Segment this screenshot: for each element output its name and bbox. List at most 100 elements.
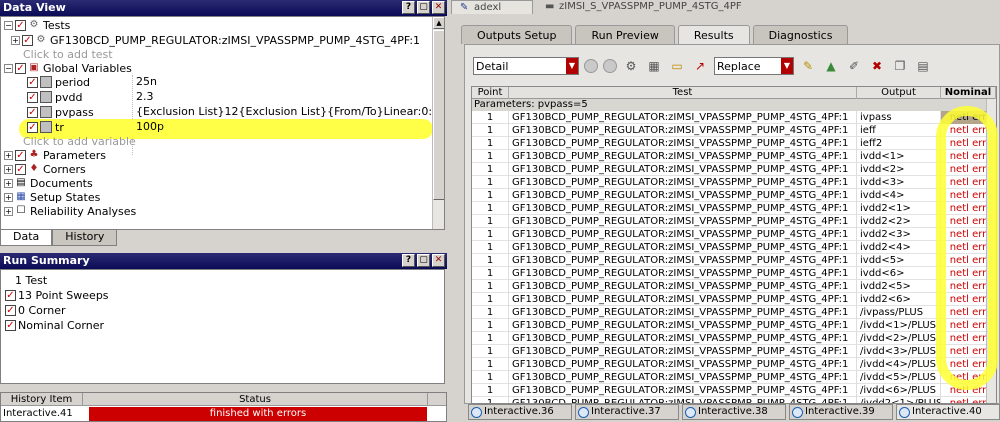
expand-icon[interactable]: + (4, 178, 13, 188)
cell-point[interactable]: 1 (472, 228, 509, 241)
cell-output[interactable]: ivdd2<3> (857, 228, 941, 241)
export-icon[interactable]: ▭ (668, 57, 686, 75)
sweeps-checkbox[interactable]: ✓ (5, 290, 16, 301)
table-row[interactable]: 1 GF130BCD_PUMP_REGULATOR:zIMSI_VPASSPMP_… (472, 150, 996, 163)
cell-test[interactable]: GF130BCD_PUMP_REGULATOR:zIMSI_VPASSPMP_P… (509, 384, 857, 397)
help-icon[interactable]: ? (402, 1, 415, 14)
cell-point[interactable]: 1 (472, 358, 509, 371)
cell-test[interactable]: GF130BCD_PUMP_REGULATOR:zIMSI_VPASSPMP_P… (509, 345, 857, 358)
mode-select[interactable]: Replace ▼ (714, 57, 794, 75)
table-row[interactable]: 1 GF130BCD_PUMP_REGULATOR:zIMSI_VPASSPMP_… (472, 215, 996, 228)
scroll-thumb[interactable] (433, 30, 444, 200)
cell-output[interactable]: ivdd<4> (857, 189, 941, 202)
annotate-icon[interactable]: ✎ (799, 57, 817, 75)
table-row[interactable]: 1 GF130BCD_PUMP_REGULATOR:zIMSI_VPASSPMP_… (472, 137, 996, 150)
cell-output[interactable]: ivpass (857, 111, 941, 124)
cell-test[interactable]: GF130BCD_PUMP_REGULATOR:zIMSI_VPASSPMP_P… (509, 215, 857, 228)
table-row[interactable]: 1 GF130BCD_PUMP_REGULATOR:zIMSI_VPASSPMP_… (472, 189, 996, 202)
plot-icon[interactable]: ↗ (691, 57, 709, 75)
cell-test[interactable]: GF130BCD_PUMP_REGULATOR:zIMSI_VPASSPMP_P… (509, 397, 857, 403)
cell-test[interactable]: GF130BCD_PUMP_REGULATOR:zIMSI_VPASSPMP_P… (509, 176, 857, 189)
variable-row[interactable]: ✓ tr (27, 120, 64, 134)
cell-output[interactable]: /ivdd<4>/PLUS (857, 358, 941, 371)
forward-icon[interactable] (603, 59, 617, 73)
cell-test[interactable]: GF130BCD_PUMP_REGULATOR:zIMSI_VPASSPMP_P… (509, 150, 857, 163)
cell-point[interactable]: 1 (472, 137, 509, 150)
table-row[interactable]: 1 GF130BCD_PUMP_REGULATOR:zIMSI_VPASSPMP_… (472, 319, 996, 332)
help-icon[interactable]: ? (402, 254, 415, 267)
float-icon[interactable]: ▢ (417, 254, 430, 267)
tree-item-corners[interactable]: + ✓ ♦ Corners (4, 162, 86, 176)
corners-checkbox[interactable]: ✓ (15, 163, 26, 175)
close-icon[interactable]: ✕ (432, 1, 445, 14)
vertical-scrollbar[interactable]: ▲ (432, 17, 444, 229)
cell-output[interactable]: ivdd2<2> (857, 215, 941, 228)
nominal-checkbox[interactable]: ✓ (5, 320, 16, 331)
cell-output[interactable]: /ivdd<5>/PLUS (857, 371, 941, 384)
cell-point[interactable]: 1 (472, 189, 509, 202)
cell-point[interactable]: 1 (472, 332, 509, 345)
cell-point[interactable]: 1 (472, 163, 509, 176)
table-row[interactable]: 1 GF130BCD_PUMP_REGULATOR:zIMSI_VPASSPMP_… (472, 111, 996, 124)
table-row[interactable]: 1 GF130BCD_PUMP_REGULATOR:zIMSI_VPASSPMP_… (472, 254, 996, 267)
run-summary-item[interactable]: ✓ 0 Corner (5, 303, 66, 318)
global-variables-checkbox[interactable]: ✓ (15, 62, 26, 74)
cell-output[interactable]: /ivdd2<1>/PLUS (857, 397, 941, 403)
cell-output[interactable]: /ivpass/PLUS (857, 306, 941, 319)
expand-icon[interactable]: + (4, 164, 13, 174)
history-col-status[interactable]: Status (83, 393, 428, 405)
tree-item-test[interactable]: + ✓ ⚙ GF130BCD_PUMP_REGULATOR:zIMSI_VPAS… (11, 33, 420, 47)
table-row[interactable]: 1 GF130BCD_PUMP_REGULATOR:zIMSI_VPASSPMP_… (472, 241, 996, 254)
cell-point[interactable]: 1 (472, 215, 509, 228)
cell-test[interactable]: GF130BCD_PUMP_REGULATOR:zIMSI_VPASSPMP_P… (509, 306, 857, 319)
dropdown-arrow-icon[interactable]: ▼ (566, 58, 578, 74)
add-variable-placeholder[interactable]: Click to add variable (23, 134, 136, 148)
col-point[interactable]: Point (472, 87, 509, 99)
cell-point[interactable]: 1 (472, 111, 509, 124)
save-icon[interactable]: ▤ (914, 57, 932, 75)
delete-icon[interactable]: ✖ (868, 57, 886, 75)
cell-test[interactable]: GF130BCD_PUMP_REGULATOR:zIMSI_VPASSPMP_P… (509, 137, 857, 150)
tree-item-global-variables[interactable]: − ✓ ▣ Global Variables (4, 61, 132, 75)
variable-row[interactable]: ✓ period (27, 75, 90, 89)
history-tab[interactable]: Interactive.37 (575, 404, 679, 420)
history-row[interactable]: Interactive.41 finished with errors (1, 406, 446, 421)
cell-point[interactable]: 1 (472, 202, 509, 215)
cell-output[interactable]: ivdd2<4> (857, 241, 941, 254)
table-row[interactable]: 1 GF130BCD_PUMP_REGULATOR:zIMSI_VPASSPMP_… (472, 228, 996, 241)
settings-gear-icon[interactable]: ⚙ (622, 57, 640, 75)
tree-item-parameters[interactable]: + ✓ ♣ Parameters (4, 148, 106, 162)
history-tab[interactable]: Interactive.39 (789, 404, 893, 420)
table-row[interactable]: 1 GF130BCD_PUMP_REGULATOR:zIMSI_VPASSPMP_… (472, 293, 996, 306)
compare-icon[interactable]: ❐ (891, 57, 909, 75)
variable-row[interactable]: ✓ pvpass (27, 105, 94, 119)
float-icon[interactable]: ▢ (417, 1, 430, 14)
tab-results[interactable]: Results (677, 25, 750, 44)
tab-schematic[interactable]: ▬ zIMSI_S_VPASSPMP_PUMP_4STG_4PF (537, 0, 797, 14)
cell-point[interactable]: 1 (472, 397, 509, 403)
cell-output[interactable]: ivdd2<5> (857, 280, 941, 293)
cell-output[interactable]: ieff (857, 124, 941, 137)
run-summary-item[interactable]: ✓ 13 Point Sweeps (5, 288, 109, 303)
collapse-icon[interactable]: − (4, 20, 13, 30)
cell-test[interactable]: GF130BCD_PUMP_REGULATOR:zIMSI_VPASSPMP_P… (509, 371, 857, 384)
close-icon[interactable]: ✕ (432, 254, 445, 267)
tests-checkbox[interactable]: ✓ (15, 19, 26, 31)
variable-checkbox[interactable]: ✓ (27, 121, 38, 133)
cell-test[interactable]: GF130BCD_PUMP_REGULATOR:zIMSI_VPASSPMP_P… (509, 202, 857, 215)
expand-icon[interactable]: + (11, 35, 20, 45)
expand-icon[interactable]: + (4, 206, 13, 216)
table-row[interactable]: 1 GF130BCD_PUMP_REGULATOR:zIMSI_VPASSPMP_… (472, 202, 996, 215)
history-col-item[interactable]: History Item (1, 393, 83, 405)
tab-adexl[interactable]: ✎ adexl (451, 0, 533, 14)
history-tab[interactable]: Interactive.36 (468, 404, 572, 420)
tree-item-tests[interactable]: − ✓ ⚙ Tests (4, 18, 70, 32)
cell-test[interactable]: GF130BCD_PUMP_REGULATOR:zIMSI_VPASSPMP_P… (509, 332, 857, 345)
variable-value[interactable]: 100p (136, 120, 164, 134)
tab-outputs-setup[interactable]: Outputs Setup (461, 25, 573, 44)
table-config-icon[interactable]: ▦ (645, 57, 663, 75)
cell-output[interactable]: /ivdd<2>/PLUS (857, 332, 941, 345)
cell-output[interactable]: ivdd<3> (857, 176, 941, 189)
table-row[interactable]: 1 GF130BCD_PUMP_REGULATOR:zIMSI_VPASSPMP_… (472, 124, 996, 137)
cell-output[interactable]: /ivdd<6>/PLUS (857, 384, 941, 397)
